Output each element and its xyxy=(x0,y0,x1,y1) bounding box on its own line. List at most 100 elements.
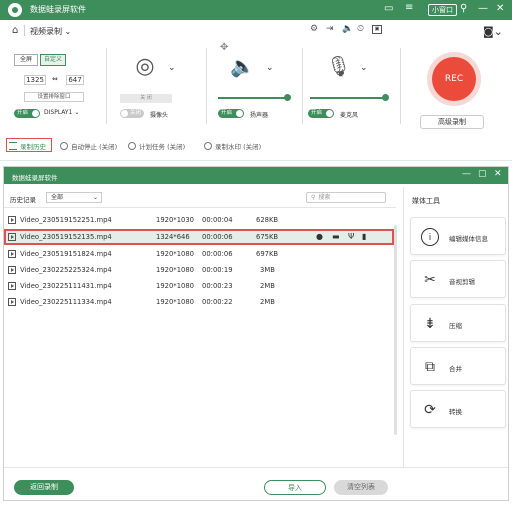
close-icon[interactable]: ✕ xyxy=(494,169,502,179)
divider xyxy=(400,48,401,124)
file-resolution: 1920*1080 xyxy=(156,298,194,306)
clear-list-button[interactable]: 清空列表 xyxy=(334,480,388,495)
auto-stop-label: 自动停止 (关闭) xyxy=(71,143,118,151)
height-input[interactable]: 647 xyxy=(66,75,84,85)
display-selector[interactable]: DISPLAY1 ⌄ xyxy=(44,109,79,116)
mic-panel: 🎙 ⌄ 开启 麦克风 xyxy=(306,52,394,122)
watermark-button[interactable]: 录制水印 (关闭) xyxy=(204,141,261,151)
history-filter-select[interactable]: 全部 ⌄ xyxy=(46,192,102,203)
table-row[interactable]: Video_230225111334.mp4 1920*1080 00:00:22 2… xyxy=(4,294,394,310)
width-input[interactable]: 1325 xyxy=(24,75,46,85)
tool-merge[interactable]: ⧉ 合并 xyxy=(410,347,506,385)
table-row[interactable]: Video_230225111431.mp4 1920*1080 00:00:23 2… xyxy=(4,278,394,294)
pin-icon[interactable]: ⚲ xyxy=(460,3,467,14)
tool-convert[interactable]: ⟳ 转换 xyxy=(410,390,506,428)
delete-icon[interactable]: ▮ xyxy=(362,232,366,241)
divider xyxy=(4,207,396,208)
rec-button[interactable]: REC xyxy=(432,57,476,101)
divider xyxy=(302,48,303,124)
file-size: 675KB xyxy=(256,233,279,241)
feedback-icon[interactable]: ▭ xyxy=(384,3,393,14)
file-size: 2MB xyxy=(260,298,275,306)
list-scrollbar[interactable] xyxy=(394,225,397,435)
camera-label: 摄像头 xyxy=(150,112,169,119)
file-duration: 00:00:06 xyxy=(202,233,233,241)
speaker-volume-slider[interactable] xyxy=(218,94,291,101)
schedule-button[interactable]: 计划任务 (关闭) xyxy=(128,141,185,151)
table-row-selected[interactable]: Video_230519152135.mp4 1324*646 00:00:06 67… xyxy=(4,229,394,245)
camera-off-button[interactable]: 关 闭 xyxy=(120,94,172,103)
back-to-record-button[interactable]: 返回录制 xyxy=(14,480,74,495)
speaker-icon: 🔈 xyxy=(230,54,255,78)
merge-icon: ⧉ xyxy=(425,359,435,375)
file-duration: 00:00:22 xyxy=(202,298,233,306)
auto-stop-button[interactable]: 自动停止 (关闭) xyxy=(60,141,117,151)
file-resolution: 1324*646 xyxy=(156,233,190,241)
display-label: DISPLAY1 xyxy=(44,109,73,116)
custom-area-button[interactable]: 自定义 xyxy=(40,54,66,66)
file-size: 628KB xyxy=(256,216,279,224)
file-name: Video_230519151824.mp4 xyxy=(20,250,112,258)
search-icon: ⚲ xyxy=(311,194,316,201)
tool-edit-info[interactable]: i 编辑媒体信息 xyxy=(410,217,506,255)
advanced-record-button[interactable]: 高级录制 xyxy=(420,115,484,129)
webcam-icon: ◎ xyxy=(135,54,155,79)
settings-icon[interactable]: ⚙ xyxy=(310,24,318,34)
export-icon[interactable]: ⇥ xyxy=(326,24,334,34)
video-file-icon xyxy=(8,282,16,290)
speaker-toggle-label: 开启 xyxy=(221,110,233,116)
close-icon[interactable]: ✕ xyxy=(496,3,504,14)
menu-icon[interactable]: ≡ xyxy=(405,2,413,13)
mic-toggle[interactable]: 开启 xyxy=(308,109,334,118)
file-size: 2MB xyxy=(260,282,275,290)
maximize-icon[interactable]: ▢ xyxy=(478,169,487,179)
chevron-down-icon[interactable]: ⌄ xyxy=(168,63,176,73)
file-duration: 00:00:19 xyxy=(202,266,233,274)
import-button[interactable]: 导入 xyxy=(264,480,326,495)
compress-icon: ⇟ xyxy=(424,316,436,332)
mic-volume-slider[interactable] xyxy=(310,94,389,101)
screen-toggle[interactable]: 开启 xyxy=(14,109,40,118)
table-row[interactable]: Video_230225225324.mp4 1920*1080 00:00:19 3… xyxy=(4,262,394,278)
tool-compress[interactable]: ⇟ 压缩 xyxy=(410,304,506,342)
link-icon[interactable]: ⇔ xyxy=(52,75,58,83)
file-resolution: 1920*1030 xyxy=(156,216,194,224)
speaker-panel: 🔈 ⌄ 开启 扬声器 xyxy=(212,52,298,122)
table-row[interactable]: Video_230519152251.mp4 1920*1030 00:00:04 6… xyxy=(4,212,394,228)
divider xyxy=(24,25,25,36)
history-dialog: 数据蛙录屏软件 — ▢ ✕ 历史记录 全部 ⌄ ⚲ 搜索 Video_2305191… xyxy=(3,166,509,501)
home-icon[interactable]: ⌂ xyxy=(12,25,18,36)
dialog-title: 数据蛙录屏软件 xyxy=(12,174,58,182)
camera-toggle[interactable]: 关闭 xyxy=(120,109,144,118)
video-file-icon xyxy=(8,233,16,241)
play-icon[interactable]: ● xyxy=(316,232,323,241)
exclude-window-button[interactable]: 设置排除窗口 xyxy=(24,92,84,102)
chevron-down-icon[interactable]: ⌄ xyxy=(266,63,274,73)
audio-icon[interactable]: 🔈 xyxy=(342,24,353,34)
clock-icon xyxy=(60,142,68,150)
fullscreen-button[interactable]: 全屏 xyxy=(14,54,38,66)
mini-window-button[interactable]: 小窗口 xyxy=(428,4,457,16)
table-row[interactable]: Video_230519151824.mp4 1920*1080 00:00:06 6… xyxy=(4,246,394,262)
history-button[interactable]: 录制历史 xyxy=(9,141,46,151)
file-duration: 00:00:04 xyxy=(202,216,233,224)
timer-icon[interactable]: ⏲ xyxy=(357,24,364,34)
file-name: Video_230225111431.mp4 xyxy=(20,282,112,290)
chevron-down-icon[interactable]: ⌄ xyxy=(360,63,368,73)
edit-icon[interactable]: Ψ xyxy=(348,232,354,241)
mode-label: 视频录制 xyxy=(30,27,62,36)
camera-menu-icon[interactable]: ◙⌄ xyxy=(483,25,503,38)
speaker-toggle[interactable]: 开启 xyxy=(218,109,244,118)
tool-clip[interactable]: ✂ 音视剪辑 xyxy=(410,260,506,298)
minimize-icon[interactable]: — xyxy=(462,169,471,179)
screenshot-icon[interactable]: ▣ xyxy=(372,25,382,34)
divider xyxy=(206,48,207,124)
app-title: 数据蛙录屏软件 xyxy=(30,5,86,14)
folder-icon[interactable]: ▬ xyxy=(332,232,340,241)
search-input[interactable]: ⚲ 搜索 xyxy=(306,192,386,203)
minimize-icon[interactable]: — xyxy=(478,3,488,14)
scissors-icon: ✂ xyxy=(424,272,436,288)
chevron-down-icon: ⌄ xyxy=(64,27,72,36)
mode-selector[interactable]: 视频录制 ⌄ xyxy=(30,26,71,37)
divider xyxy=(0,160,512,161)
